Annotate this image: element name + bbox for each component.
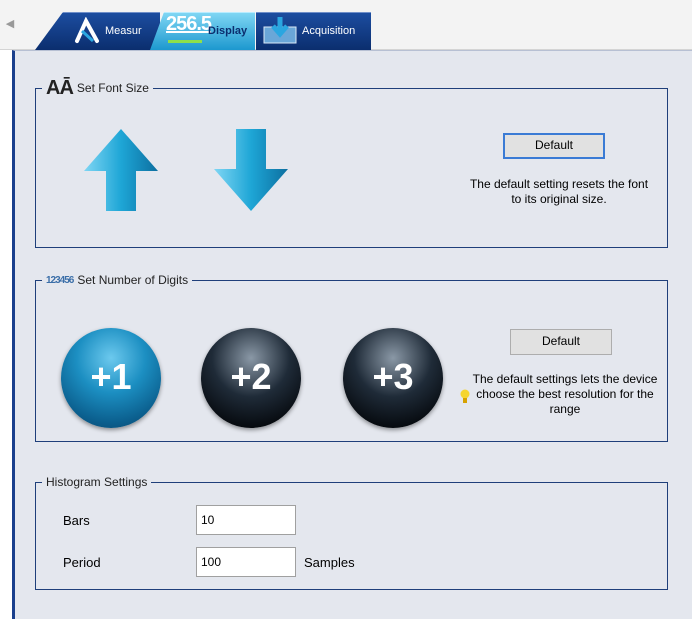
arrow-up-icon[interactable] <box>82 127 160 213</box>
font-default-button[interactable]: Default <box>503 133 605 159</box>
acquisition-icon <box>263 17 297 44</box>
digits-default-note: The default settings lets the device cho… <box>472 372 658 416</box>
digits-legend: Set Number of Digits <box>77 273 189 287</box>
tab-acquisition[interactable]: Acquisition <box>256 12 371 50</box>
digits-default-button[interactable]: Default <box>510 329 612 355</box>
font-default-note: The default setting resets the font to i… <box>469 177 649 206</box>
lambda-icon <box>75 17 99 43</box>
digits-group: 123456 Set Number of Digits +1 +2 +3 Def… <box>35 272 668 442</box>
font-size-group: AĀ Set Font Size Default The default set… <box>35 77 668 248</box>
lightbulb-icon <box>460 389 470 403</box>
display-bar <box>168 40 202 43</box>
digits-icon: 123456 <box>46 274 74 286</box>
period-input[interactable] <box>196 547 296 577</box>
display-panel: AĀ Set Font Size Default The default set… <box>12 50 692 619</box>
tab-display[interactable]: 256.5 Display <box>150 12 255 50</box>
tab-measure[interactable]: Measur <box>35 12 160 50</box>
font-size-icon: AĀ <box>46 76 74 99</box>
tab-strip: ◀ Measur Acquisition 256.5 Display <box>0 0 692 50</box>
plus-two-digits-button[interactable]: +2 <box>201 328 301 428</box>
plus-three-digits-button[interactable]: +3 <box>343 328 443 428</box>
display-reading: 256.5 <box>166 13 212 35</box>
bars-label: Bars <box>63 513 90 528</box>
chevron-left-icon[interactable]: ◀ <box>4 16 16 32</box>
font-size-legend: Set Font Size <box>76 81 149 95</box>
tab-acquisition-label: Acquisition <box>302 25 356 37</box>
arrow-down-icon[interactable] <box>212 127 290 213</box>
tab-display-label: Display <box>208 25 248 37</box>
period-label: Period <box>63 555 101 570</box>
plus-one-digit-button[interactable]: +1 <box>61 328 161 428</box>
period-unit-label: Samples <box>304 555 355 570</box>
histogram-group: Histogram Settings Bars Period Samples <box>35 474 668 590</box>
tab-measure-label: Measur <box>105 25 142 37</box>
bars-input[interactable] <box>196 505 296 535</box>
histogram-legend: Histogram Settings <box>46 475 148 489</box>
